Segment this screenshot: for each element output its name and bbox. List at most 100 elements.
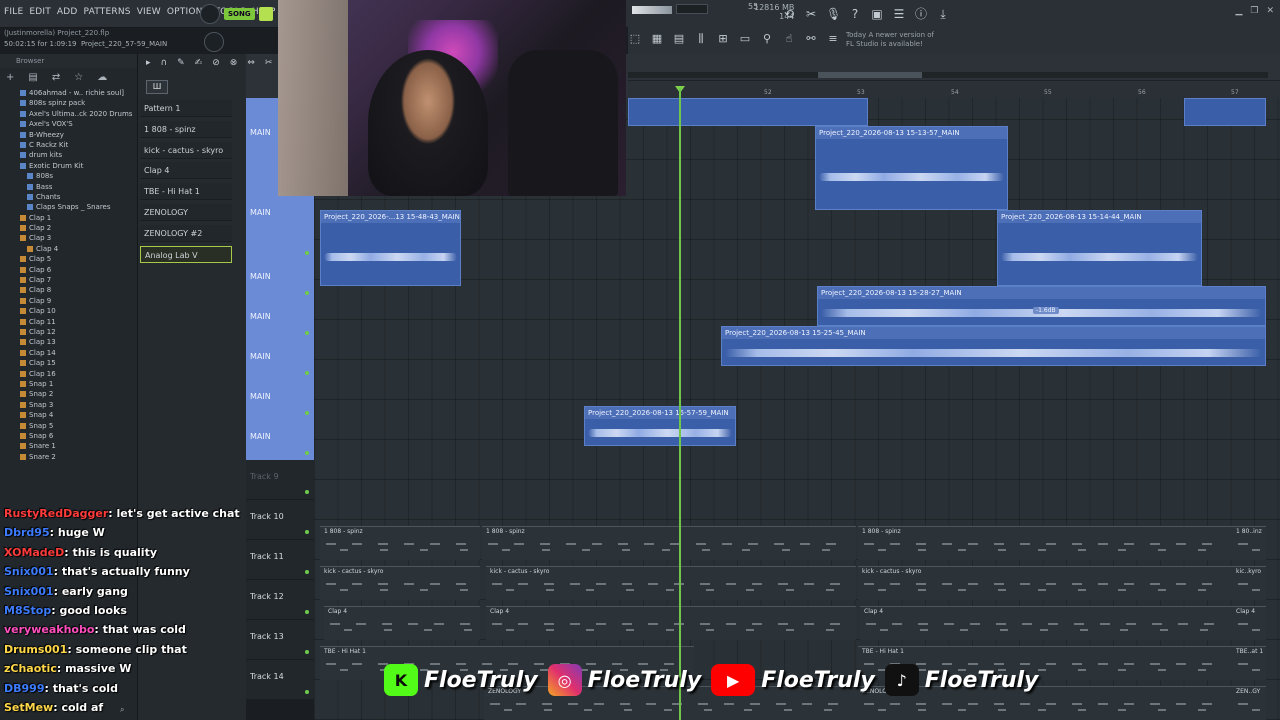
channel-rack-icon[interactable]: ⫼ (694, 32, 708, 46)
track-led[interactable] (305, 451, 309, 455)
browser-item[interactable]: Axel's Ultima..ck 2020 Drums (4, 109, 137, 119)
track-led[interactable] (305, 331, 309, 335)
audio-clip[interactable]: Project_220_2026-08-13 15-14-44_MAIN (997, 210, 1202, 286)
export-icon[interactable]: ⤓ (936, 7, 950, 21)
track-led[interactable] (305, 610, 309, 614)
playlist-tab-button[interactable]: Ш (146, 80, 168, 94)
browser-item[interactable]: Clap 16 (4, 369, 137, 379)
horizontal-scrollbar[interactable] (628, 72, 1268, 78)
audio-clip-partial[interactable] (1184, 98, 1266, 126)
browser-item[interactable]: Clap 14 (4, 348, 137, 358)
browser-item[interactable]: Clap 11 (4, 317, 137, 327)
pattern-clip[interactable]: ZEN..GY (1232, 686, 1266, 720)
browser-item[interactable]: Snap 5 (4, 421, 137, 431)
link-icon[interactable]: ⚯ (804, 32, 818, 46)
undo-history-icon[interactable]: ⟲ (782, 7, 796, 21)
browser-item[interactable]: B-Wheezy (4, 130, 137, 140)
pattern-item[interactable]: ZENOLOGY #2 (140, 224, 232, 242)
add-icon[interactable]: + (6, 72, 14, 84)
slip-icon[interactable]: ⇔ (247, 58, 255, 68)
brush-icon[interactable]: ✍ (195, 58, 203, 68)
slice-icon[interactable]: ✂ (265, 58, 273, 68)
track-led[interactable] (305, 251, 309, 255)
pattern-clip[interactable]: Clap 4 (860, 606, 1232, 640)
pattern-item[interactable]: ZENOLOGY (140, 204, 232, 221)
browser-item[interactable]: Axel's VOX'S (4, 119, 137, 129)
pattern-item[interactable]: TBE - Hi Hat 1 (140, 183, 232, 201)
menu-view[interactable]: VIEW (137, 7, 161, 17)
pattern-clip[interactable]: Clap 4 (324, 606, 480, 640)
audio-clip[interactable]: Project_220_2026-08-13 15-13-57_MAIN (815, 126, 1008, 210)
browser-item[interactable]: Clap 7 (4, 275, 137, 285)
menu-add[interactable]: ADD (57, 7, 78, 17)
browser-item[interactable]: Claps Snaps _ Snares (4, 202, 137, 212)
track-header[interactable]: Track 12 (246, 580, 314, 620)
track-led[interactable] (305, 650, 309, 654)
track-header[interactable]: MAIN (246, 260, 314, 300)
track-header[interactable]: Track 10 (246, 500, 314, 540)
browser-item[interactable]: Clap 8 (4, 285, 137, 295)
restore-icon[interactable]: ❐ (1250, 6, 1258, 16)
track-led[interactable] (305, 530, 309, 534)
pattern-clip[interactable]: 1 808 - spinz (858, 526, 1232, 560)
track-led[interactable] (305, 371, 309, 375)
piano-roll-icon[interactable]: ▤ (672, 32, 686, 46)
plugin-picker-icon[interactable]: ⬚ (628, 32, 642, 46)
pattern-item[interactable]: kick - cactus - skyro (140, 141, 232, 159)
master-pitch-knob[interactable] (204, 32, 224, 52)
file-icon[interactable]: ▤ (28, 72, 37, 84)
browser-item[interactable]: Snap 1 (4, 379, 137, 389)
track-header[interactable]: Track 13 (246, 620, 314, 660)
track-header[interactable]: MAIN (246, 380, 314, 420)
browser-item[interactable]: Clap 2 (4, 223, 137, 233)
track-header[interactable]: MAIN (246, 340, 314, 380)
pattern-picker-icon[interactable]: ⊞ (716, 32, 730, 46)
browser-item[interactable]: Snap 2 (4, 389, 137, 399)
browser-item[interactable]: Chants (4, 192, 137, 202)
track-led[interactable] (305, 690, 309, 694)
play-button[interactable] (258, 7, 273, 21)
toolbar-list-icon[interactable]: ≡ (826, 32, 840, 46)
track-led[interactable] (305, 490, 309, 494)
save-icon[interactable]: ▣ (870, 7, 884, 21)
track-led[interactable] (305, 291, 309, 295)
news-panel[interactable]: Today A newer version of FL Studio is av… (846, 31, 934, 49)
timeline-ruler[interactable]: 52 53 54 55 56 57 (628, 80, 1280, 98)
pattern-clip[interactable]: kic..kyro (1232, 566, 1266, 600)
browser-icon[interactable]: ▭ (738, 32, 752, 46)
search-icon[interactable]: ⌕ (120, 705, 124, 715)
pattern-item[interactable]: 1 808 - spinz (140, 120, 232, 138)
browser-item[interactable]: Clap 1 (4, 213, 137, 223)
browser-item[interactable]: Snare 1 (4, 441, 137, 451)
arrows-icon[interactable]: ⇄ (52, 72, 60, 84)
record-mode-knob[interactable] (200, 4, 220, 24)
mute-icon[interactable]: ⊗ (230, 58, 238, 68)
menu-file[interactable]: FILE (4, 7, 23, 17)
browser-item[interactable]: Snap 4 (4, 410, 137, 420)
info-icon[interactable]: ⓘ (914, 7, 928, 21)
minimize-icon[interactable]: ▁ (1235, 6, 1242, 16)
pattern-item[interactable]: Clap 4 (140, 162, 232, 180)
pattern-clip[interactable]: Clap 4 (486, 606, 856, 640)
browser-item[interactable]: Snap 6 (4, 431, 137, 441)
browser-item[interactable]: C Rackz Kit (4, 140, 137, 150)
browser-item[interactable]: 406ahmad - w.. richie soul] (4, 88, 137, 98)
microphone-icon[interactable]: 🎙 (826, 7, 841, 21)
close-icon[interactable]: ✕ (1266, 6, 1274, 16)
pattern-clip[interactable]: kick - cactus - skyro (320, 566, 480, 600)
track-header[interactable]: Track 14 (246, 660, 314, 700)
browser-item[interactable]: Clap 4 (4, 244, 137, 254)
browser-item[interactable]: Clap 5 (4, 254, 137, 264)
pattern-clip[interactable]: TBE..at 1 (1232, 646, 1266, 680)
menu-patterns[interactable]: PATTERNS (84, 7, 131, 17)
delete-icon[interactable]: ⊘ (212, 58, 220, 68)
playlist-menu-icon[interactable]: ▸ (146, 58, 151, 68)
scrollbar-thumb[interactable] (818, 72, 922, 78)
cut-icon[interactable]: ✂ (804, 7, 818, 21)
browser-item[interactable]: Bass (4, 182, 137, 192)
track-led[interactable] (305, 570, 309, 574)
song-mode-button[interactable]: SONG (224, 8, 255, 20)
audio-clip[interactable]: Project_220_2026-...13 15-48-43_MAIN (320, 210, 461, 286)
audio-clip[interactable]: Project_220_2026-08-13 15-57-59_MAIN (584, 406, 736, 446)
star-icon[interactable]: ☆ (74, 72, 83, 84)
